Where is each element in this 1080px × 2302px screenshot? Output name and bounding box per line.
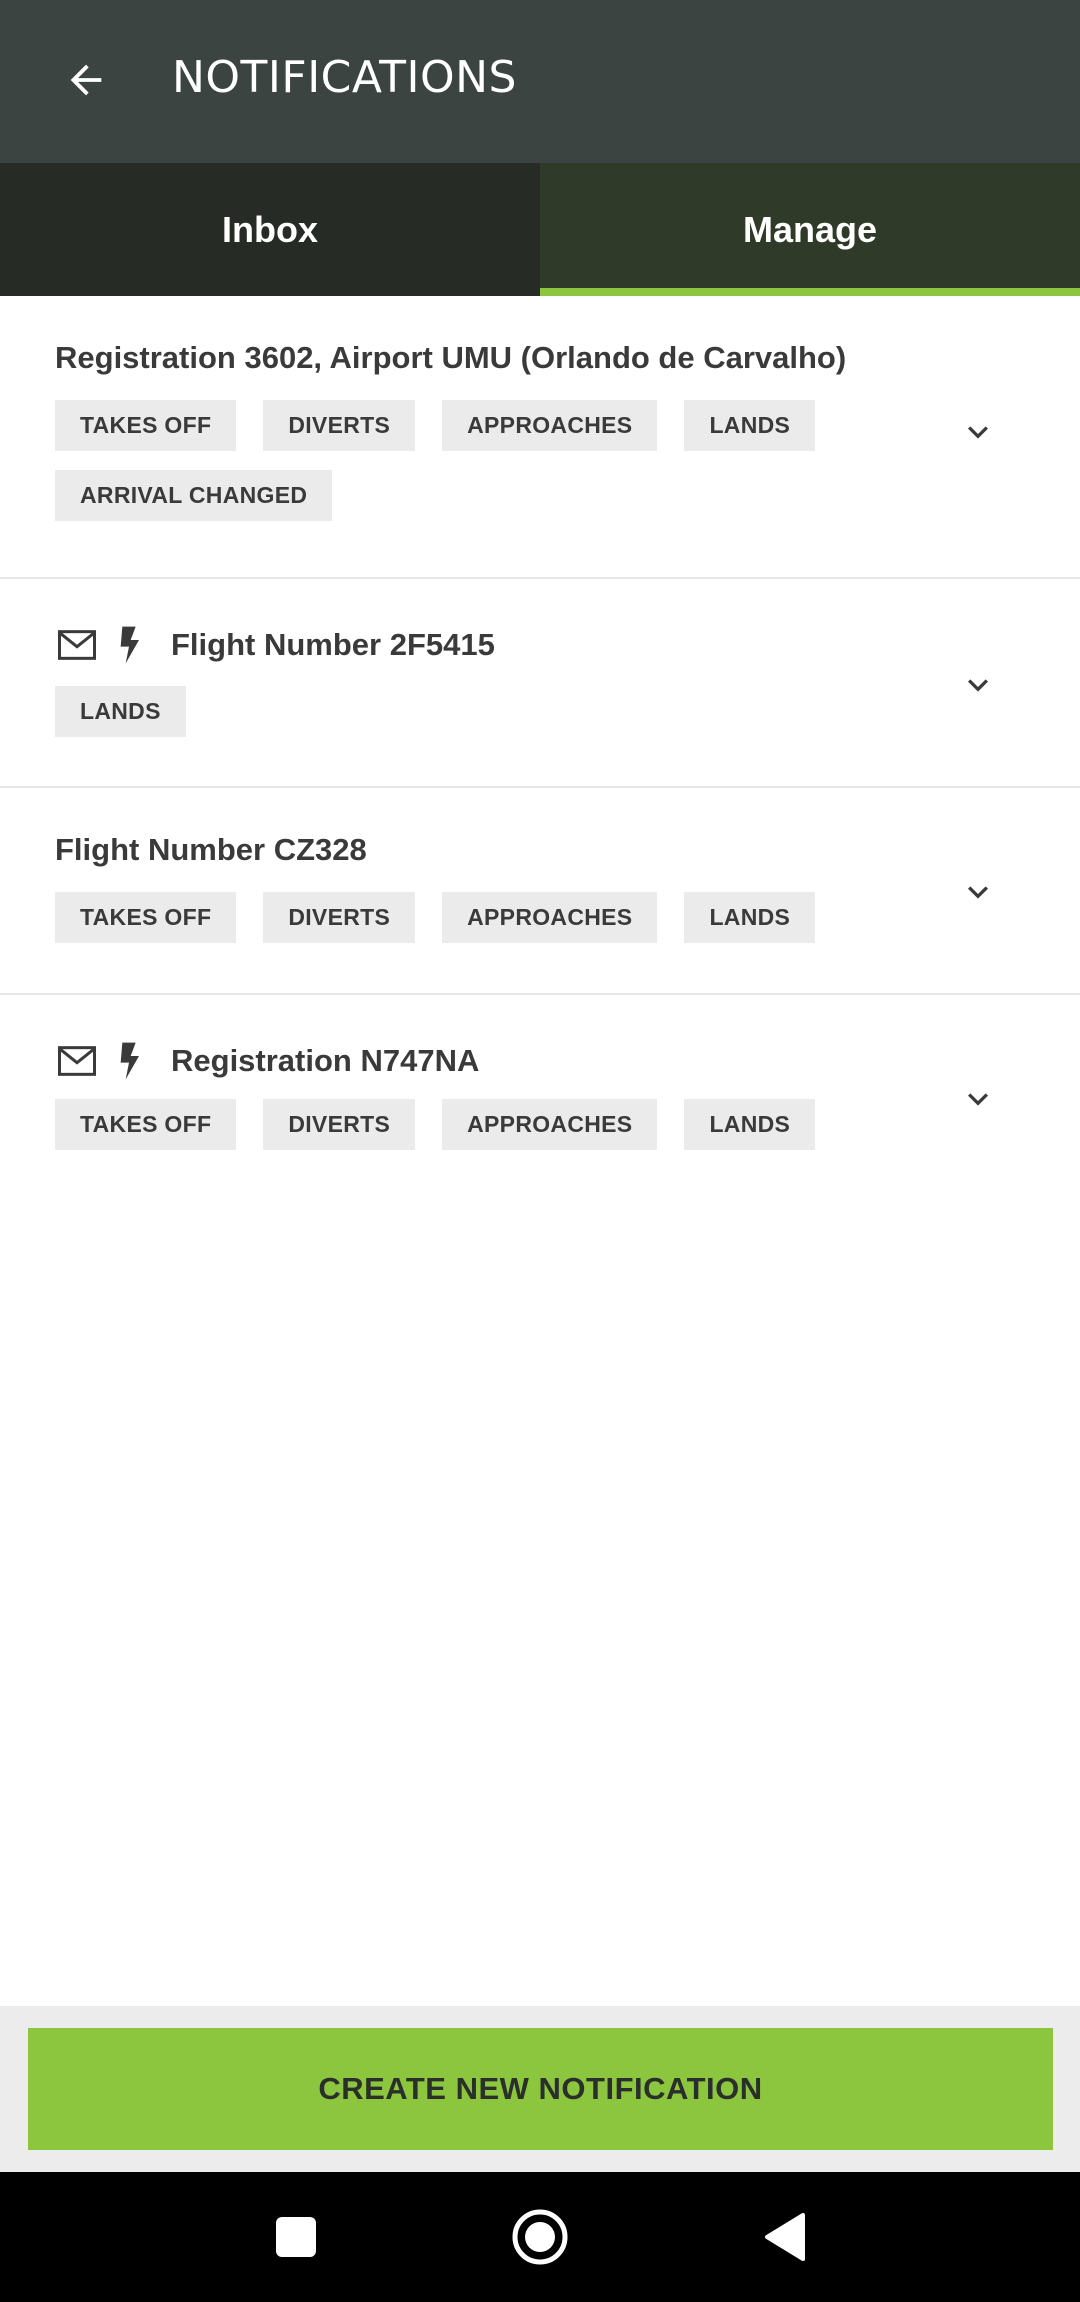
chip-takes-off: TAKES OFF	[55, 400, 237, 451]
create-notification-button[interactable]: CREATE NEW NOTIFICATION	[28, 2028, 1053, 2150]
item-header: Flight Number 2F5415	[55, 623, 495, 667]
tab-manage-label: Manage	[742, 208, 878, 250]
item-title: Registration N747NA	[171, 1043, 480, 1078]
expand-button[interactable]	[956, 663, 1000, 707]
chip-lands: LANDS	[684, 1099, 816, 1150]
chip-arrival-changed: ARRIVAL CHANGED	[55, 470, 333, 521]
chip-approaches: APPROACHES	[442, 892, 658, 943]
tab-manage[interactable]: Manage	[540, 163, 1080, 296]
expand-button[interactable]	[956, 870, 1000, 914]
circle-home-icon	[512, 2209, 568, 2265]
chip-lands: LANDS	[684, 892, 816, 943]
triangle-back-icon	[765, 2213, 805, 2261]
recents-button[interactable]	[261, 2202, 331, 2272]
chip-group: TAKES OFF DIVERTS APPROACHES LANDS	[55, 1099, 935, 1169]
tab-bar: Inbox Manage	[0, 163, 1080, 296]
tab-inbox-label: Inbox	[222, 208, 318, 250]
chip-lands: LANDS	[55, 686, 186, 737]
chevron-down-icon	[968, 1093, 988, 1106]
chip-takes-off: TAKES OFF	[55, 1099, 237, 1150]
list-item[interactable]: Flight Number 2F5415 LANDS	[0, 579, 1080, 788]
chevron-down-icon	[968, 679, 988, 692]
chip-group: TAKES OFF DIVERTS APPROACHES LANDS ARRIV…	[55, 400, 935, 540]
tab-selected-indicator	[540, 288, 1080, 296]
chip-group: TAKES OFF DIVERTS APPROACHES LANDS	[55, 892, 935, 962]
home-button[interactable]	[505, 2202, 575, 2272]
mail-icon	[55, 623, 99, 667]
list-item[interactable]: Registration N747NA TAKES OFF DIVERTS AP…	[0, 995, 1080, 1195]
list-item[interactable]: Flight Number CZ328 TAKES OFF DIVERTS AP…	[0, 788, 1080, 995]
screen: NOTIFICATIONS Inbox Manage Registration …	[0, 0, 1080, 2302]
notification-list: Registration 3602, Airport UMU (Orlando …	[0, 296, 1080, 1195]
chip-diverts: DIVERTS	[263, 892, 416, 943]
item-header: Registration 3602, Airport UMU (Orlando …	[55, 340, 846, 376]
chip-approaches: APPROACHES	[442, 400, 658, 451]
chip-approaches: APPROACHES	[442, 1099, 658, 1150]
chip-diverts: DIVERTS	[263, 400, 416, 451]
arrow-left-icon	[70, 64, 102, 96]
expand-button[interactable]	[956, 1077, 1000, 1121]
item-title: Flight Number 2F5415	[171, 627, 495, 662]
square-icon	[276, 2217, 316, 2257]
back-button[interactable]	[50, 44, 122, 116]
back-nav-button[interactable]	[750, 2202, 820, 2272]
page-title: NOTIFICATIONS	[172, 52, 517, 103]
chip-group: LANDS	[55, 686, 935, 756]
item-header: Flight Number CZ328	[55, 832, 367, 868]
bottom-action-area: CREATE NEW NOTIFICATION	[0, 2006, 1080, 2172]
chip-takes-off: TAKES OFF	[55, 892, 237, 943]
item-title: Registration 3602, Airport UMU (Orlando …	[55, 340, 847, 375]
chip-diverts: DIVERTS	[263, 1099, 416, 1150]
bolt-icon	[111, 1039, 147, 1083]
item-title: Flight Number CZ328	[55, 832, 367, 867]
tab-inbox[interactable]: Inbox	[0, 163, 540, 296]
system-nav-bar	[0, 2172, 1080, 2302]
expand-button[interactable]	[956, 410, 1000, 454]
bolt-icon	[111, 623, 147, 667]
mail-icon	[55, 1039, 99, 1083]
item-header: Registration N747NA	[55, 1039, 479, 1083]
chip-lands: LANDS	[684, 400, 816, 451]
chevron-down-icon	[968, 426, 988, 439]
app-bar: NOTIFICATIONS	[0, 0, 1080, 163]
list-item[interactable]: Registration 3602, Airport UMU (Orlando …	[0, 296, 1080, 579]
chevron-down-icon	[968, 886, 988, 899]
